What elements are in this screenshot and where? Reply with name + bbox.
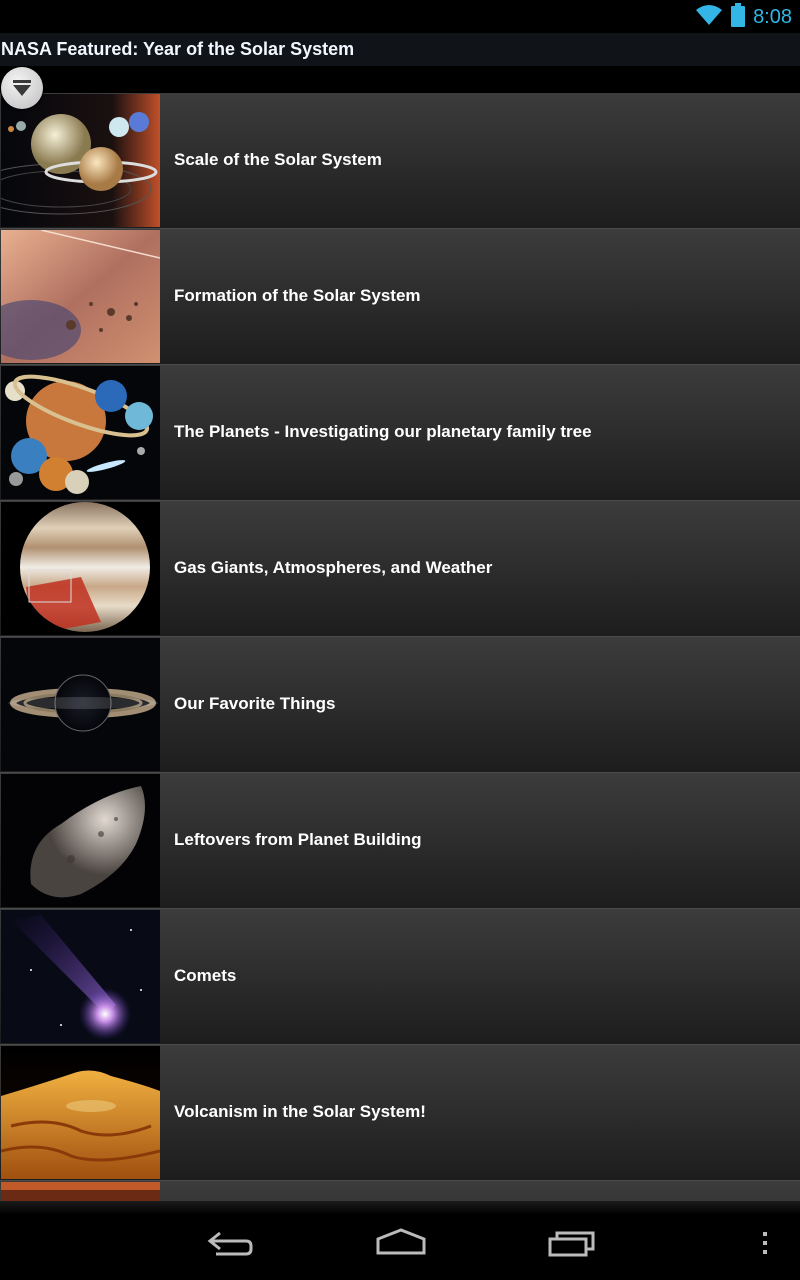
thumbnail-image (1, 366, 160, 499)
status-icons: 8:08 (695, 2, 792, 32)
status-bar: 8:08 (0, 0, 800, 33)
list-item[interactable]: Scale of the Solar System (0, 93, 800, 229)
back-icon (207, 1231, 253, 1256)
home-button[interactable] (375, 1221, 427, 1261)
filter-icon (13, 80, 31, 96)
item-title: Scale of the Solar System (174, 150, 382, 169)
thumbnail-image (1, 1046, 160, 1179)
recent-apps-button[interactable] (547, 1221, 597, 1261)
filter-button[interactable] (1, 67, 43, 109)
item-title: Volcanism in the Solar System! (174, 1102, 426, 1121)
thumbnail-image (1, 1182, 160, 1201)
overflow-menu-icon (763, 1232, 767, 1254)
battery-icon (731, 2, 746, 32)
item-title: The Planets - Investigating our planetar… (174, 422, 592, 441)
topic-list: Scale of the Solar System Formation of t… (0, 93, 800, 1201)
thumbnail-image (1, 94, 160, 227)
thumbnail-image (1, 502, 160, 635)
list-item[interactable]: Comets (0, 909, 800, 1045)
list-item[interactable]: Leftovers from Planet Building (0, 773, 800, 909)
list-item[interactable]: Formation of the Solar System (0, 229, 800, 365)
item-title: Comets (174, 966, 237, 985)
item-title: Formation of the Solar System (174, 286, 421, 305)
home-icon (376, 1228, 426, 1255)
list-item[interactable]: Our Favorite Things (0, 637, 800, 773)
page-title: NASA Featured: Year of the Solar System (1, 39, 355, 59)
item-title: Our Favorite Things (174, 694, 336, 713)
status-time: 8:08 (753, 5, 792, 28)
thumbnail-image (1, 638, 160, 771)
overflow-menu-button[interactable] (758, 1221, 772, 1261)
list-item[interactable]: Volcanism in the Solar System! (0, 1045, 800, 1181)
back-button[interactable] (206, 1221, 254, 1261)
item-title: Gas Giants, Atmospheres, and Weather (174, 558, 493, 577)
wifi-icon (695, 4, 723, 31)
list-item[interactable]: The Planets - Investigating our planetar… (0, 365, 800, 501)
list-item[interactable]: Gas Giants, Atmospheres, and Weather (0, 501, 800, 637)
thumbnail-image (1, 910, 160, 1043)
title-bar: NASA Featured: Year of the Solar System (0, 33, 800, 66)
navigation-bar (0, 1201, 800, 1280)
thumbnail-image (1, 230, 160, 363)
list-item[interactable] (0, 1181, 800, 1201)
thumbnail-image (1, 774, 160, 907)
item-title: Leftovers from Planet Building (174, 830, 422, 849)
recent-apps-icon (548, 1231, 595, 1257)
